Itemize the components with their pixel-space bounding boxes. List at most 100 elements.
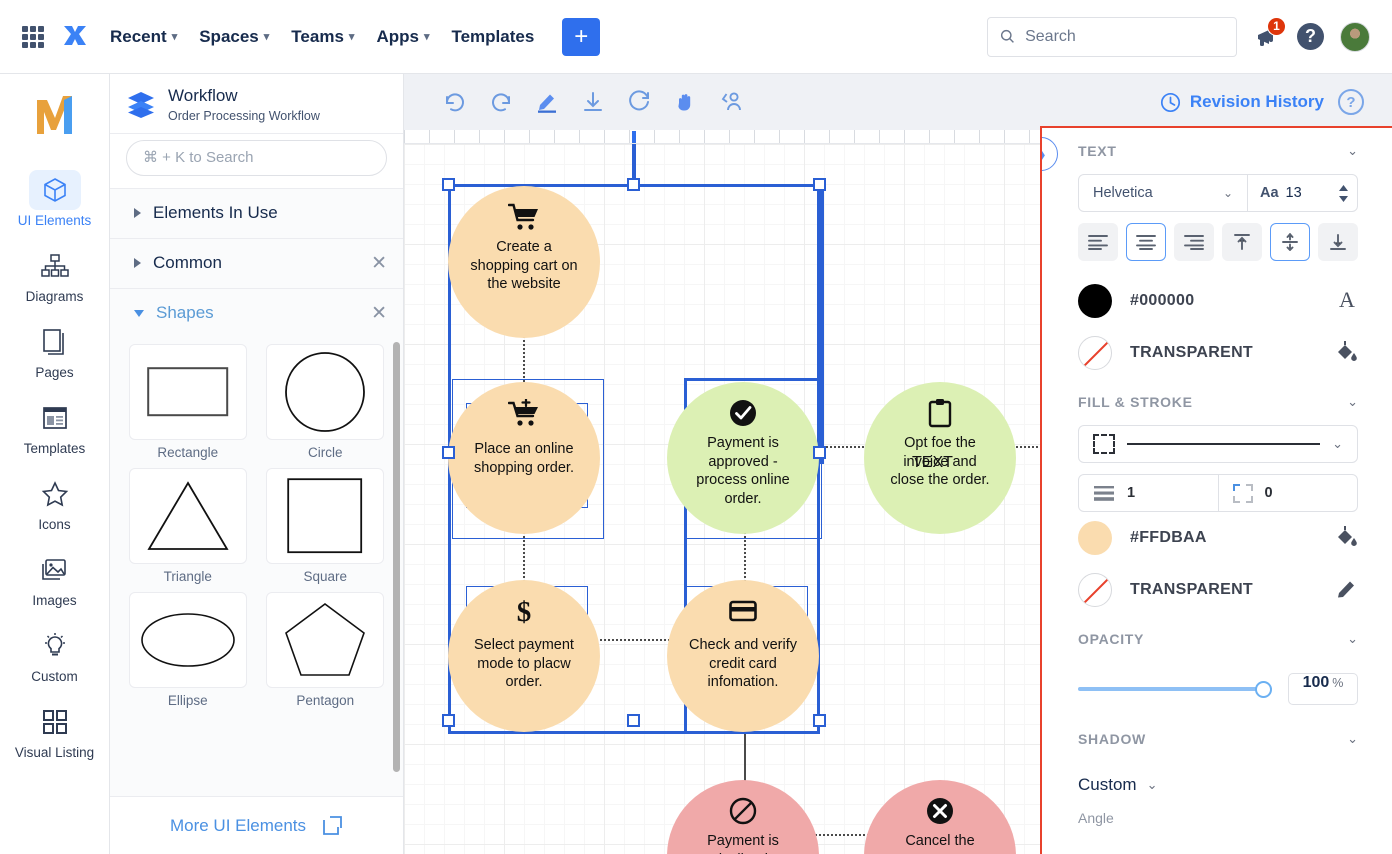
user-avatar[interactable] — [1340, 22, 1370, 52]
text-highlight-row[interactable]: TRANSPARENT — [1078, 327, 1358, 379]
chevron-down-icon[interactable]: ⌄ — [1347, 631, 1358, 647]
valign-middle-icon[interactable] — [1270, 223, 1310, 261]
align-left-icon[interactable] — [1078, 223, 1118, 261]
node-place-order[interactable]: Place an online shopping order. — [448, 382, 600, 534]
shape-preview-square[interactable] — [266, 468, 384, 564]
valign-top-icon[interactable] — [1222, 223, 1262, 261]
close-icon[interactable]: ✕ — [371, 254, 387, 273]
node-opt-invoice[interactable]: Opt foe the invoice and close the order. — [864, 382, 1016, 534]
sidebar-item-visual-listing[interactable]: Visual Listing — [8, 696, 102, 764]
pencil-icon[interactable] — [524, 82, 570, 122]
nav-item-recent[interactable]: Recent ▾ — [110, 27, 177, 47]
sidebar-item-ui-elements[interactable]: UI Elements — [8, 164, 102, 232]
product-logo-icon[interactable] — [60, 23, 90, 51]
sidebar-item-images[interactable]: Images — [8, 544, 102, 612]
valign-bottom-icon[interactable] — [1318, 223, 1358, 261]
node-payment-declined[interactable]: Payment is declined. — [667, 780, 819, 854]
opacity-value-field[interactable]: 100 % — [1288, 673, 1358, 705]
library-section-common[interactable]: Common ✕ — [110, 238, 403, 288]
library-search[interactable] — [126, 140, 387, 176]
font-family-select[interactable]: Helvetica ⌄ — [1079, 175, 1247, 211]
resize-handle-n[interactable] — [627, 178, 640, 191]
search-input[interactable] — [1025, 28, 1224, 46]
shadow-section-header[interactable]: SHADOW ⌄ — [1078, 716, 1358, 762]
resize-handle-se[interactable] — [813, 714, 826, 727]
node-select-payment[interactable]: $ Select payment mode to placw order. — [448, 580, 600, 732]
resize-handle-nw[interactable] — [442, 178, 455, 191]
help-button[interactable]: ? — [1297, 23, 1324, 50]
create-button[interactable]: + — [562, 18, 600, 56]
shape-preview-pentagon[interactable] — [266, 592, 384, 688]
resize-handle-mid-left[interactable] — [442, 446, 455, 459]
shape-preview-circle[interactable] — [266, 344, 384, 440]
opacity-control-row: 100 % — [1078, 662, 1358, 716]
text-color-tool-icon[interactable]: A — [1336, 287, 1358, 316]
node-create-cart[interactable]: Create a shopping cart on the website — [448, 186, 600, 338]
redo-icon[interactable] — [478, 82, 524, 122]
stepper-arrows-icon[interactable] — [1338, 185, 1349, 202]
resize-handle-mid-right[interactable] — [813, 446, 826, 459]
shape-preview-ellipse[interactable] — [129, 592, 247, 688]
nav-item-apps[interactable]: Apps ▾ — [376, 27, 429, 47]
shape-preview-rectangle[interactable] — [129, 344, 247, 440]
template-icon — [29, 398, 81, 438]
text-highlight-swatch[interactable] — [1078, 336, 1112, 370]
stroke-color-row[interactable]: TRANSPARENT — [1078, 564, 1358, 616]
nav-item-spaces[interactable]: Spaces ▾ — [199, 27, 269, 47]
align-right-icon[interactable] — [1174, 223, 1214, 261]
nav-item-teams[interactable]: Teams ▾ — [291, 27, 354, 47]
align-center-icon[interactable] — [1126, 223, 1166, 261]
stroke-style-select[interactable]: ⌄ — [1078, 425, 1358, 463]
paint-bucket-icon[interactable] — [1334, 340, 1358, 367]
fill-color-row[interactable]: #FFDBAA — [1078, 512, 1358, 564]
sidebar-item-templates[interactable]: Templates — [8, 392, 102, 460]
nav-item-templates[interactable]: Templates — [451, 27, 534, 47]
hand-icon[interactable] — [662, 82, 708, 122]
opacity-section-header[interactable]: OPACITY ⌄ — [1078, 616, 1358, 662]
global-search[interactable] — [987, 17, 1237, 57]
library-search-input[interactable] — [143, 149, 370, 166]
node-payment-approved[interactable]: Payment is approved - process online ord… — [667, 382, 819, 534]
text-section-header[interactable]: TEXT ⌄ — [1078, 128, 1358, 174]
shadow-preset-select[interactable]: Custom ⌄ — [1078, 762, 1358, 808]
share-people-icon[interactable] — [708, 82, 754, 122]
revision-history-button[interactable]: Revision History — [1160, 92, 1324, 113]
paint-bucket-icon[interactable] — [1334, 525, 1358, 552]
chevron-down-icon[interactable]: ⌄ — [1347, 394, 1358, 410]
node-check-card[interactable]: Check and verify credit card infomation. — [667, 580, 819, 732]
fill-stroke-section-header[interactable]: FILL & STROKE ⌄ — [1078, 379, 1358, 425]
more-ui-elements-link[interactable]: More UI Elements — [170, 816, 306, 836]
opacity-slider[interactable] — [1078, 680, 1272, 698]
sidebar-item-icons[interactable]: Icons — [8, 468, 102, 536]
resize-handle-s[interactable] — [627, 714, 640, 727]
sidebar-item-pages[interactable]: Pages — [8, 316, 102, 384]
node-cancel-order[interactable]: Cancel the — [864, 780, 1016, 854]
sidebar-item-diagrams[interactable]: Diagrams — [8, 240, 102, 308]
opacity-slider-knob[interactable] — [1255, 681, 1272, 698]
undo-icon[interactable] — [432, 82, 478, 122]
sidebar-item-custom[interactable]: Custom — [8, 620, 102, 688]
corner-radius-field[interactable]: 0 — [1218, 475, 1358, 511]
resize-handle-ne[interactable] — [813, 178, 826, 191]
editor-help-button[interactable]: ? — [1338, 89, 1364, 115]
pencil-icon[interactable] — [1336, 577, 1358, 604]
font-size-stepper[interactable]: Aa 13 — [1247, 175, 1357, 211]
notifications-button[interactable]: 1 — [1253, 23, 1281, 51]
library-scrollbar[interactable] — [393, 342, 400, 772]
shape-preview-triangle[interactable] — [129, 468, 247, 564]
library-section-shapes[interactable]: Shapes ✕ — [110, 288, 403, 338]
chevron-down-icon[interactable]: ⌄ — [1347, 731, 1358, 747]
text-color-swatch[interactable] — [1078, 284, 1112, 318]
refresh-icon[interactable] — [616, 82, 662, 122]
stroke-width-field[interactable]: 1 — [1079, 475, 1218, 511]
stroke-color-swatch[interactable] — [1078, 573, 1112, 607]
app-switcher-icon[interactable] — [22, 26, 44, 48]
library-section-elements-in-use[interactable]: Elements In Use — [110, 188, 403, 238]
close-icon[interactable]: ✕ — [371, 304, 387, 323]
download-icon[interactable] — [570, 82, 616, 122]
chevron-down-icon[interactable]: ⌄ — [1347, 143, 1358, 159]
text-color-row[interactable]: #000000 A — [1078, 275, 1358, 327]
fill-color-swatch[interactable] — [1078, 521, 1112, 555]
external-link-icon[interactable] — [322, 815, 343, 836]
resize-handle-sw[interactable] — [442, 714, 455, 727]
